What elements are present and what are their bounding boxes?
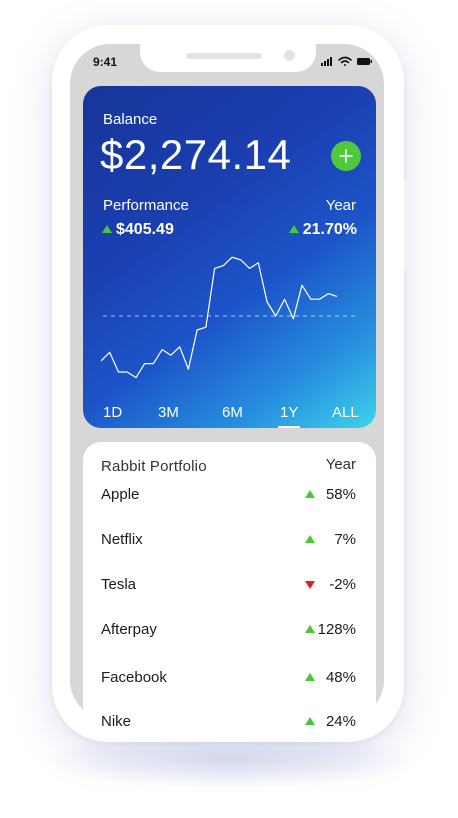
portfolio-period-label: Year bbox=[325, 456, 356, 473]
period-tab-all[interactable]: ALL bbox=[332, 404, 359, 421]
side-button bbox=[404, 180, 409, 270]
period-tab-1y[interactable]: 1Y bbox=[277, 404, 301, 428]
period-tab-1d[interactable]: 1D bbox=[103, 404, 122, 421]
portfolio-panel: Rabbit Portfolio Year Apple 58% Netflix … bbox=[83, 442, 376, 732]
portfolio-row-afterpay[interactable]: Afterpay 128% bbox=[83, 621, 376, 651]
status-icons bbox=[321, 56, 372, 66]
stock-change: 24% bbox=[325, 713, 356, 730]
period-tab-3m[interactable]: 3M bbox=[158, 404, 179, 421]
signal-icon bbox=[321, 57, 332, 66]
balance-card: Balance $2,274.14 Performance Year $405.… bbox=[83, 86, 376, 428]
stock-name: Afterpay bbox=[101, 621, 157, 638]
stock-change: 7% bbox=[334, 531, 356, 548]
stock-name: Facebook bbox=[101, 669, 167, 686]
down-arrow-icon bbox=[305, 581, 315, 589]
performance-chart bbox=[100, 256, 357, 379]
up-arrow-icon bbox=[305, 490, 315, 498]
up-arrow-icon bbox=[305, 625, 315, 633]
stock-name: Nike bbox=[101, 713, 132, 730]
up-arrow-icon bbox=[305, 717, 315, 725]
speaker bbox=[186, 53, 262, 59]
portfolio-row-nike[interactable]: Nike 24% bbox=[83, 713, 376, 732]
up-arrow-icon bbox=[305, 535, 315, 543]
stock-name: Tesla bbox=[101, 576, 137, 593]
portfolio-row-netflix[interactable]: Netflix 7% bbox=[83, 531, 376, 561]
stock-change: -2% bbox=[329, 576, 356, 593]
portfolio-row-facebook[interactable]: Facebook 48% bbox=[83, 669, 376, 699]
stock-change: 58% bbox=[325, 486, 356, 503]
portfolio-row-apple[interactable]: Apple 58% bbox=[83, 486, 376, 516]
stock-change: 48% bbox=[325, 669, 356, 686]
portfolio-title: Rabbit Portfolio bbox=[101, 458, 207, 475]
portfolio-row-tesla[interactable]: Tesla -2% bbox=[83, 576, 376, 606]
stock-name: Apple bbox=[101, 486, 140, 503]
wifi-icon bbox=[338, 56, 352, 66]
up-arrow-icon bbox=[305, 673, 315, 681]
chart-series-line bbox=[100, 256, 338, 379]
battery-icon bbox=[357, 58, 372, 65]
period-tab-6m[interactable]: 6M bbox=[222, 404, 243, 421]
status-time: 9:41 bbox=[93, 55, 118, 69]
stock-name: Netflix bbox=[101, 531, 143, 548]
camera bbox=[284, 50, 295, 61]
stock-change: 128% bbox=[317, 621, 356, 638]
